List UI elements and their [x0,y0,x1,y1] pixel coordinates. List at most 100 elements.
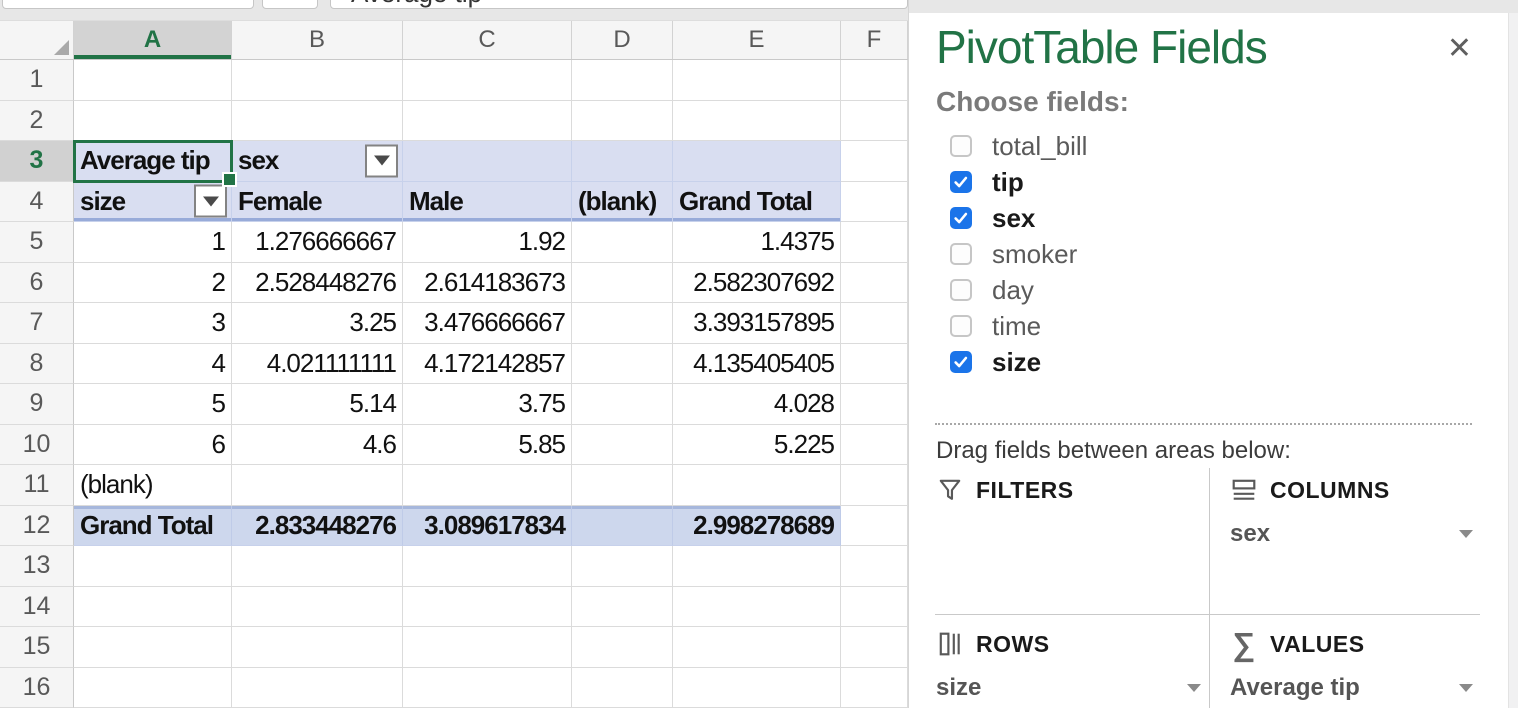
cell-E9[interactable]: 4.028 [673,384,841,425]
cell-A5[interactable]: 1 [74,222,232,263]
cell-F15[interactable] [841,627,908,668]
cell-B3[interactable]: sex [232,141,403,182]
cell-F16[interactable] [841,668,908,708]
cell-C11[interactable] [403,465,572,506]
cell-D6[interactable] [572,263,673,304]
cell-A14[interactable] [74,587,232,628]
cell-D7[interactable] [572,303,673,344]
cell-F6[interactable] [841,263,908,304]
cell-A16[interactable] [74,668,232,708]
cell-F7[interactable] [841,303,908,344]
cell-C5[interactable]: 1.92 [403,222,572,263]
cell-E10[interactable]: 5.225 [673,425,841,466]
field-row-sex[interactable]: sex [936,200,1476,236]
field-row-day[interactable]: day [936,272,1476,308]
cell-B6[interactable]: 2.528448276 [232,263,403,304]
cell-B13[interactable] [232,546,403,587]
cell-B16[interactable] [232,668,403,708]
area-item-size[interactable]: size [936,674,1201,702]
cell-B9[interactable]: 5.14 [232,384,403,425]
cell-C10[interactable]: 5.85 [403,425,572,466]
formula-bar[interactable]: Average tip [330,0,908,9]
cell-E15[interactable] [673,627,841,668]
cell-C16[interactable] [403,668,572,708]
field-row-total_bill[interactable]: total_bill [936,128,1476,164]
row-header-8[interactable]: 8 [0,344,74,385]
area-item-sex[interactable]: sex [1230,520,1473,548]
cell-B8[interactable]: 4.021111111 [232,344,403,385]
values-area[interactable]: ∑ VALUES Average tip [1230,630,1473,702]
cell-A7[interactable]: 3 [74,303,232,344]
cell-A11[interactable]: (blank) [74,465,232,506]
chevron-down-icon[interactable] [1459,684,1473,692]
filters-area[interactable]: FILTERS [936,476,1201,504]
column-header-C[interactable]: C [403,21,572,59]
cell-D8[interactable] [572,344,673,385]
row-header-12[interactable]: 12 [0,506,74,547]
cell-F4[interactable] [841,182,908,223]
row-header-1[interactable]: 1 [0,60,74,101]
cell-A8[interactable]: 4 [74,344,232,385]
cell-D15[interactable] [572,627,673,668]
filter-dropdown-button[interactable] [194,185,227,218]
cell-E4[interactable]: Grand Total [673,182,841,223]
cell-E11[interactable] [673,465,841,506]
cell-F8[interactable] [841,344,908,385]
row-header-9[interactable]: 9 [0,384,74,425]
cell-E12[interactable]: 2.998278689 [673,506,841,547]
column-header-B[interactable]: B [232,21,403,59]
cell-F5[interactable] [841,222,908,263]
cell-B14[interactable] [232,587,403,628]
cell-B10[interactable]: 4.6 [232,425,403,466]
cell-C15[interactable] [403,627,572,668]
cell-B5[interactable]: 1.276666667 [232,222,403,263]
field-row-size[interactable]: size [936,344,1476,380]
checkbox-checked[interactable] [950,351,972,373]
cell-D4[interactable]: (blank) [572,182,673,223]
field-row-time[interactable]: time [936,308,1476,344]
cell-E6[interactable]: 2.582307692 [673,263,841,304]
cell-E13[interactable] [673,546,841,587]
cell-C14[interactable] [403,587,572,628]
filter-dropdown-button[interactable] [365,144,398,177]
cell-E3[interactable] [673,141,841,182]
cell-C8[interactable]: 4.172142857 [403,344,572,385]
cell-A6[interactable]: 2 [74,263,232,304]
cell-E2[interactable] [673,101,841,142]
cell-B12[interactable]: 2.833448276 [232,506,403,547]
cell-B7[interactable]: 3.25 [232,303,403,344]
cell-D16[interactable] [572,668,673,708]
cell-B4[interactable]: Female [232,182,403,223]
cell-F12[interactable] [841,506,908,547]
name-box[interactable] [2,0,254,9]
cell-C13[interactable] [403,546,572,587]
cell-E7[interactable]: 3.393157895 [673,303,841,344]
row-header-13[interactable]: 13 [0,546,74,587]
cell-A4[interactable]: size [74,182,232,223]
select-all-corner[interactable] [0,21,74,59]
cell-A1[interactable] [74,60,232,101]
cell-C6[interactable]: 2.614183673 [403,263,572,304]
cell-A13[interactable] [74,546,232,587]
cell-E1[interactable] [673,60,841,101]
cell-F11[interactable] [841,465,908,506]
row-header-3[interactable]: 3 [0,141,74,182]
field-row-smoker[interactable]: smoker [936,236,1476,272]
column-header-F[interactable]: F [841,21,908,59]
cell-D10[interactable] [572,425,673,466]
cell-A2[interactable] [74,101,232,142]
row-header-4[interactable]: 4 [0,182,74,223]
cell-F2[interactable] [841,101,908,142]
cell-C12[interactable]: 3.089617834 [403,506,572,547]
row-header-7[interactable]: 7 [0,303,74,344]
columns-area[interactable]: COLUMNS sex [1230,476,1473,548]
row-header-15[interactable]: 15 [0,627,74,668]
cell-B15[interactable] [232,627,403,668]
row-header-6[interactable]: 6 [0,263,74,304]
checkbox-unchecked[interactable] [950,243,972,265]
cell-D5[interactable] [572,222,673,263]
column-header-E[interactable]: E [673,21,841,59]
checkbox-unchecked[interactable] [950,135,972,157]
checkbox-checked[interactable] [950,207,972,229]
cell-E14[interactable] [673,587,841,628]
